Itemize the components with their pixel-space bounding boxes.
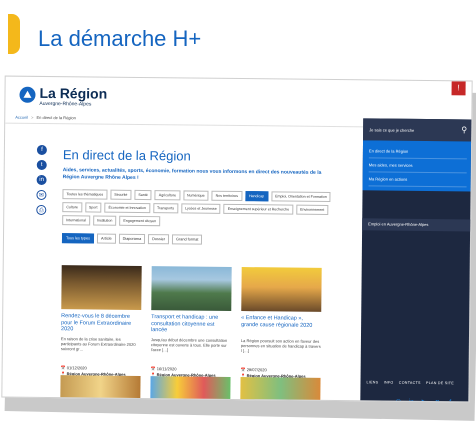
header-divider <box>5 122 366 128</box>
twitter-icon[interactable]: t <box>36 159 47 171</box>
filter-tag[interactable]: Institution <box>92 215 117 226</box>
type-filter[interactable]: Dossier <box>148 234 170 245</box>
search-bar[interactable]: Je sais ce que je cherche ⚲ <box>363 118 473 142</box>
news-card[interactable] <box>150 376 231 403</box>
search-icon[interactable]: ⚲ <box>461 125 467 134</box>
card-date: 📅 01/12/2020 <box>60 365 87 371</box>
filter-tag[interactable]: Agriculture <box>154 190 181 201</box>
filter-tag[interactable]: Sport <box>84 202 102 213</box>
news-card[interactable] <box>240 377 321 403</box>
filter-tag[interactable]: Environnement <box>296 204 329 215</box>
alert-button[interactable]: ! <box>451 81 466 96</box>
footer-link-plan[interactable]: PLAN DE SITE <box>426 381 454 385</box>
footer-link-info[interactable]: INFO <box>384 381 394 385</box>
type-filter[interactable]: Tous les types <box>61 233 95 244</box>
filter-tag[interactable]: Santé <box>134 189 152 201</box>
filter-tag[interactable]: Transports <box>153 203 179 214</box>
type-filter[interactable]: Grand format <box>172 234 203 245</box>
card-title: « Enfance et Handicap », grande cause ré… <box>241 315 313 329</box>
card-image <box>150 376 231 403</box>
search-label: Je sais ce que je cherche <box>369 127 415 133</box>
card-date: 📅 16/11/2020 <box>150 366 177 372</box>
card-image <box>151 266 232 311</box>
news-cards-row2 <box>60 375 350 403</box>
accent-bar <box>8 14 20 54</box>
breadcrumb-home[interactable]: Accueil <box>15 115 28 120</box>
facebook-icon[interactable]: f <box>36 144 47 156</box>
filter-tag[interactable]: Numérique <box>182 190 209 201</box>
filter-tag[interactable]: Emploi, Orientation et Formation <box>271 191 331 202</box>
page-title: En direct de la Région <box>62 147 191 164</box>
card-excerpt: En raison de la crise sanitaire, les par… <box>60 336 136 352</box>
card-title: Rendez-vous le 8 décembre pour le Forum … <box>61 313 132 333</box>
filter-tag[interactable]: Engagement citoyen <box>119 215 161 227</box>
main-content: En direct de la Région Aides, services, … <box>61 147 355 246</box>
card-title: Transport et handicap : une consultation… <box>151 314 219 334</box>
breadcrumb-current: En direct de la Région <box>36 114 76 121</box>
facebook-icon[interactable]: f <box>446 399 454 402</box>
news-cards: Rendez-vous le 8 décembre pour le Forum … <box>61 265 352 379</box>
filter-tag[interactable]: Nos territoires <box>211 190 243 202</box>
card-excerpt: Jusqu'au début décembre une consultation… <box>150 337 228 353</box>
card-date: 📅 29/07/2020 <box>240 367 267 373</box>
logo-subtitle: Auvergne-Rhône-Alpes <box>39 100 92 108</box>
news-card[interactable]: « Enfance et Handicap », grande cause ré… <box>241 267 322 379</box>
filter-tag[interactable]: Culture <box>62 202 82 213</box>
filter-tag[interactable]: Toutes les thématiques <box>62 189 108 200</box>
news-card[interactable]: Transport et handicap : une consultation… <box>151 266 232 378</box>
email-icon[interactable]: ✉ <box>36 189 47 201</box>
slide-heading: La démarche H+ <box>0 0 476 70</box>
type-filter[interactable]: Diaporama <box>118 233 146 245</box>
type-filter[interactable]: Article <box>97 233 116 244</box>
card-image <box>241 267 322 312</box>
card-image <box>240 377 321 403</box>
side-panel: Je sais ce que je cherche ⚲ En direct de… <box>360 118 473 403</box>
filter-tag[interactable]: Lycées et Jeunesse <box>181 203 221 214</box>
footer-link-contacts[interactable]: CONTACTS <box>399 381 421 385</box>
footer-links: LIENS INFO CONTACTS PLAN DE SITE <box>366 380 458 385</box>
website-screenshot: La Région Auvergne-Rhône-Alpes ! Accueil… <box>1 75 473 403</box>
card-excerpt: La Région poursuit son action en faveur … <box>240 338 321 354</box>
filter-tag[interactable]: Économie et Innovation <box>104 202 151 214</box>
breadcrumb: Accueil > En direct de la Région <box>15 115 76 121</box>
employment-link[interactable]: Emploi en Auvergne-Rhône-Alpes <box>362 218 473 232</box>
twitter-icon[interactable]: ♥ <box>433 399 441 402</box>
footer-link-liens[interactable]: LIENS <box>366 380 378 384</box>
type-filters: Tous les types Article Diaporama Dossier Gra… <box>61 233 354 246</box>
logo-title: La Région <box>39 84 108 102</box>
share-icons: f t in ✉ ⎙ <box>36 144 47 220</box>
slide-title: La démarche H+ <box>38 26 202 51</box>
mountain-logo-icon <box>19 86 36 103</box>
print-icon[interactable]: ⎙ <box>36 204 47 216</box>
menu-item-services[interactable]: Mes aides, mes services <box>368 158 467 174</box>
menu-item-direct[interactable]: En direct de la Région <box>368 144 467 160</box>
breadcrumb-separator: > <box>31 114 34 120</box>
linkedin-icon[interactable]: in <box>36 174 47 186</box>
filter-tag[interactable]: Sécurité <box>110 189 132 200</box>
card-image <box>61 265 142 311</box>
news-card[interactable]: Rendez-vous le 8 décembre pour le Forum … <box>61 265 142 377</box>
filter-tag[interactable]: Enseignement supérieur et Recherche <box>223 203 294 215</box>
filter-tag[interactable]: International <box>62 215 91 226</box>
page-intro: Aides, services, actualités, sports, éco… <box>62 167 322 181</box>
theme-filters: Toutes les thématiques Sécurité Santé Agric… <box>62 189 352 228</box>
menu-item-actions[interactable]: Ma Région en actions <box>368 172 467 188</box>
filter-tag[interactable]: Handicap <box>244 191 269 202</box>
side-menu: En direct de la Région Mes aides, mes se… <box>362 140 473 192</box>
youtube-icon[interactable]: ▶ <box>420 399 428 402</box>
